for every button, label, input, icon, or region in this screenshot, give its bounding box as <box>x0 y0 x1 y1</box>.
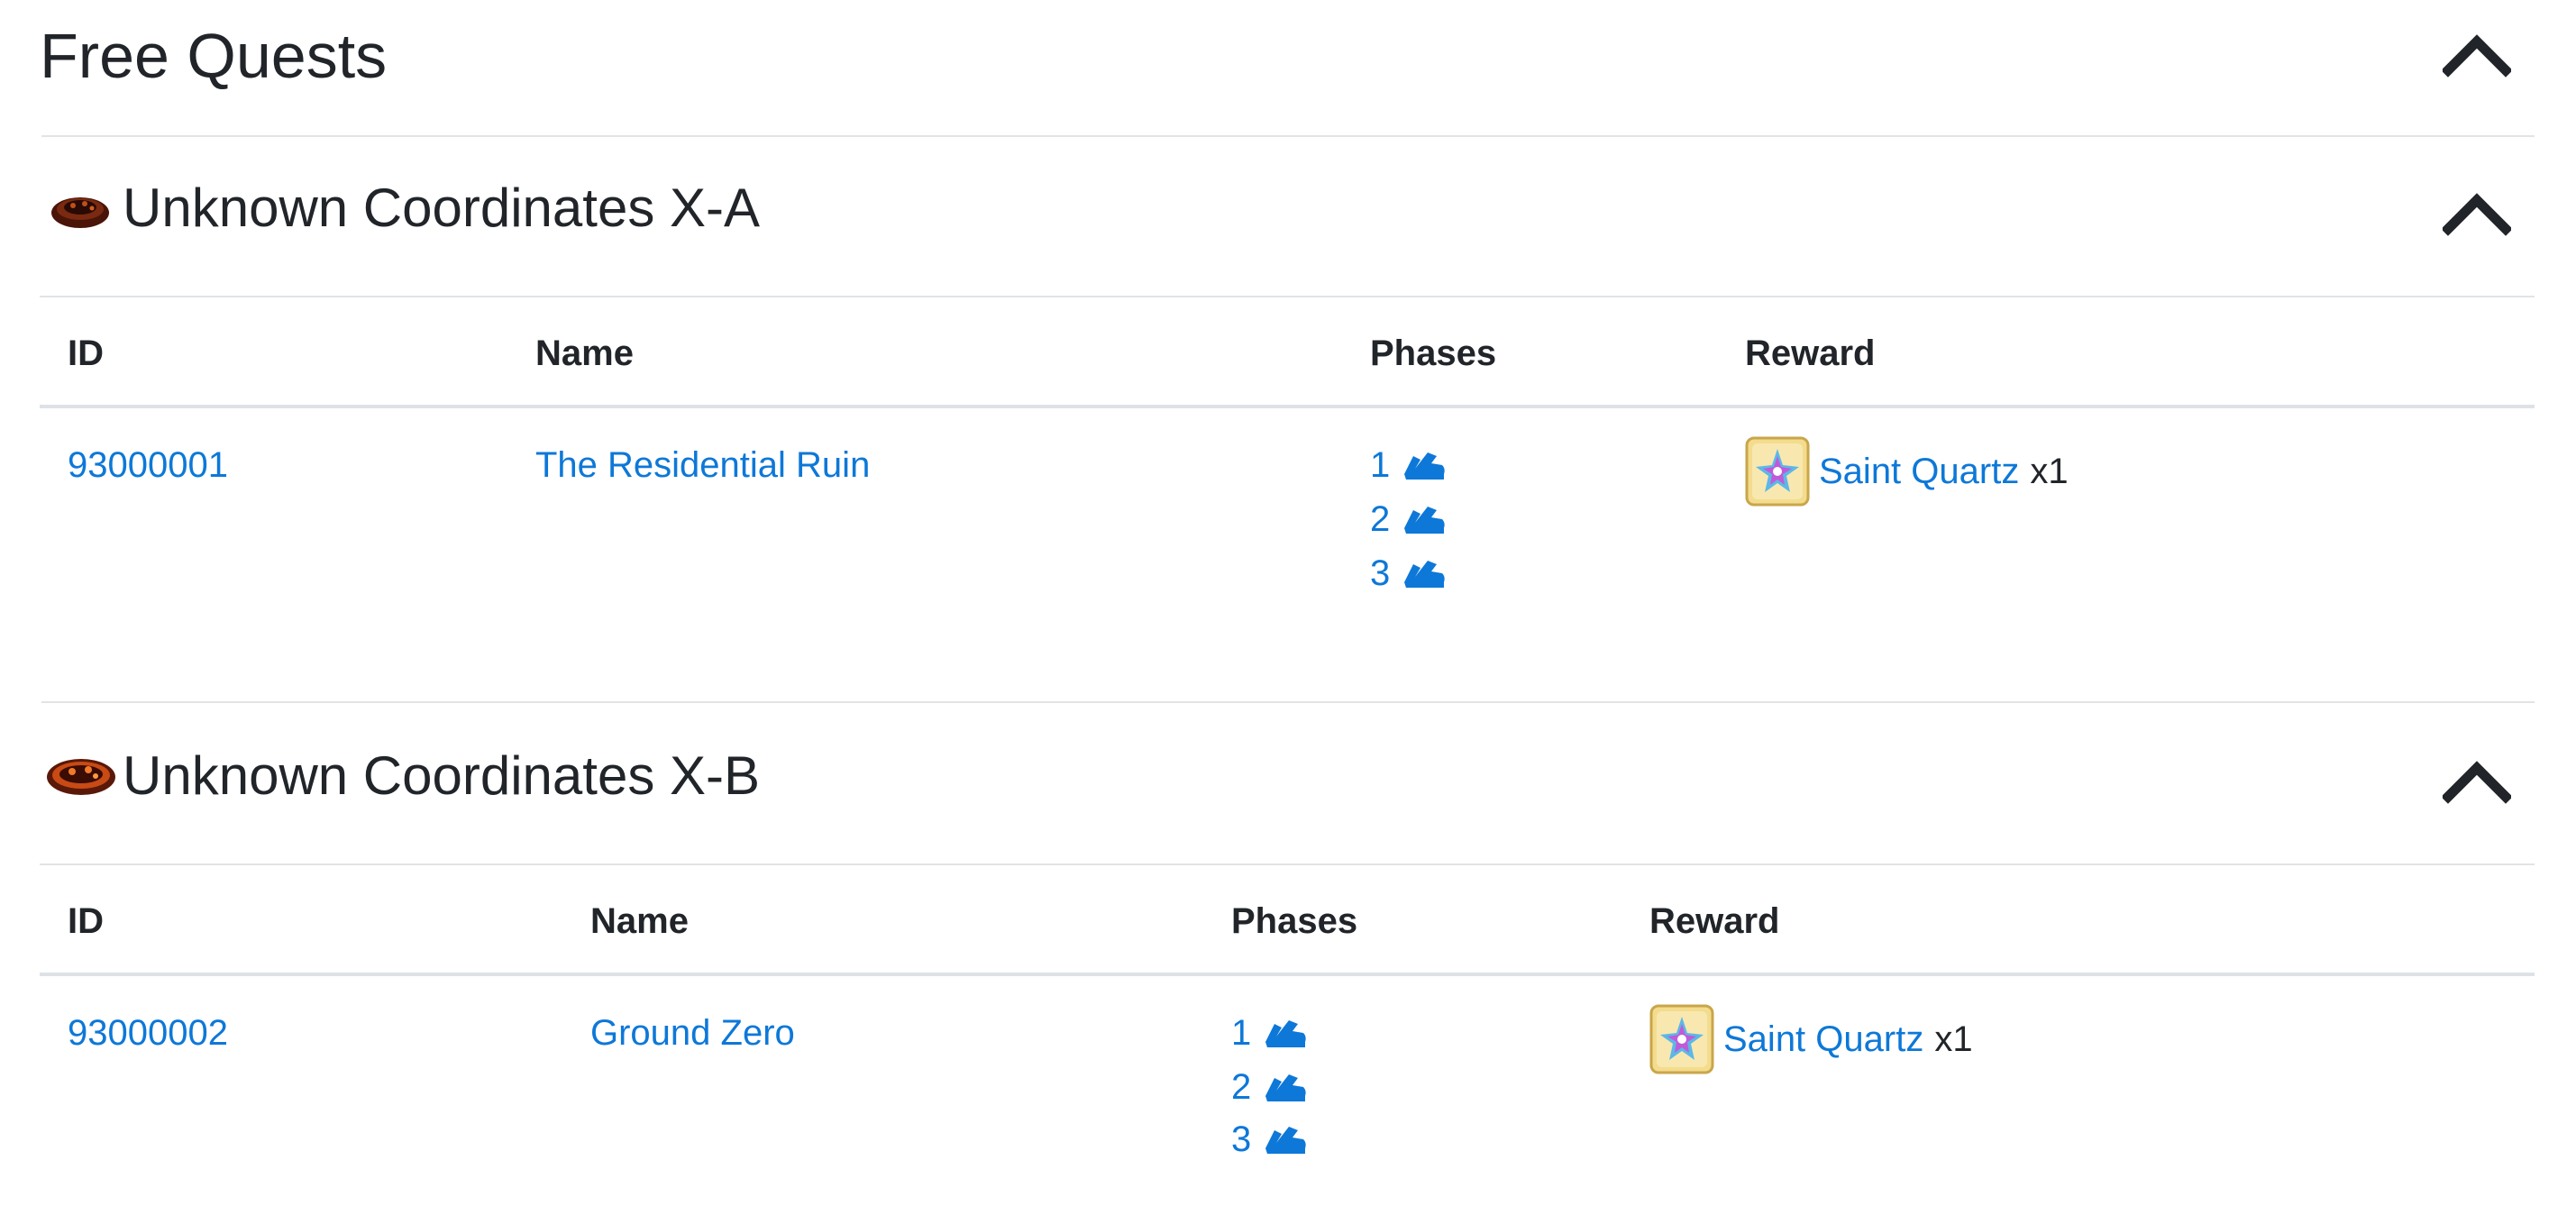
reward-quantity: x1 <box>1934 1019 1973 1059</box>
column-header-reward: Reward <box>1649 901 1780 941</box>
war-divider <box>40 296 2535 297</box>
reward-item-link[interactable]: Saint Quartz <box>1819 452 2019 492</box>
column-header-phases: Phases <box>1370 333 1497 373</box>
boot-icon <box>1262 1069 1309 1105</box>
section-divider <box>41 701 2535 703</box>
collapse-war-button[interactable] <box>2443 191 2511 236</box>
phase-number: 1 <box>1231 1013 1252 1053</box>
collapse-free-quests-button[interactable] <box>2443 32 2511 78</box>
column-header-phases: Phases <box>1231 901 1358 941</box>
saint-quartz-icon[interactable] <box>1649 1004 1714 1074</box>
phase-link[interactable]: 1 <box>1231 1011 1309 1055</box>
quest-name-link[interactable]: Ground Zero <box>590 1011 795 1055</box>
phase-number: 3 <box>1231 1119 1252 1159</box>
saint-quartz-icon[interactable] <box>1745 436 1810 507</box>
boot-icon <box>1401 447 1448 483</box>
phase-number: 2 <box>1231 1067 1252 1107</box>
chevron-up-icon <box>2443 193 2511 236</box>
reward-quantity: x1 <box>2030 451 2069 491</box>
column-header-id: ID <box>68 901 104 941</box>
crater-icon <box>50 187 110 229</box>
war-title: Unknown Coordinates X-B <box>123 745 761 806</box>
column-header-reward: Reward <box>1745 333 1876 373</box>
reward-cell: Saint Quartz x1 <box>1649 1004 1973 1074</box>
phase-link[interactable]: 3 <box>1231 1118 1309 1161</box>
phase-number: 2 <box>1370 499 1391 539</box>
war-divider <box>40 863 2535 865</box>
phase-link[interactable]: 1 <box>1370 443 1448 487</box>
chevron-up-icon <box>2443 34 2511 78</box>
boot-icon <box>1401 555 1448 591</box>
phase-link[interactable]: 3 <box>1370 552 1448 595</box>
war-title: Unknown Coordinates X-A <box>123 178 761 238</box>
column-header-name: Name <box>590 901 689 941</box>
column-header-id: ID <box>68 333 104 373</box>
quest-name-link[interactable]: The Residential Ruin <box>535 443 870 487</box>
boot-icon <box>1262 1015 1309 1051</box>
quest-id-link[interactable]: 93000002 <box>68 1011 228 1055</box>
page-title: Free Quests <box>40 21 388 91</box>
reward-cell: Saint Quartz x1 <box>1745 436 2069 507</box>
reward-item-link[interactable]: Saint Quartz <box>1723 1019 1923 1060</box>
crater-icon <box>45 752 117 799</box>
boot-icon <box>1262 1121 1309 1157</box>
phase-number: 3 <box>1370 553 1391 593</box>
phase-number: 1 <box>1370 445 1391 485</box>
chevron-up-icon <box>2443 761 2511 804</box>
phase-link[interactable]: 2 <box>1231 1065 1309 1109</box>
column-header-name: Name <box>535 333 634 373</box>
quest-id-link[interactable]: 93000001 <box>68 443 228 487</box>
table-header-border <box>40 405 2535 408</box>
boot-icon <box>1401 501 1448 537</box>
section-divider <box>41 135 2535 137</box>
phase-link[interactable]: 2 <box>1370 498 1448 541</box>
table-header-border <box>40 973 2535 976</box>
collapse-war-button[interactable] <box>2443 759 2511 804</box>
